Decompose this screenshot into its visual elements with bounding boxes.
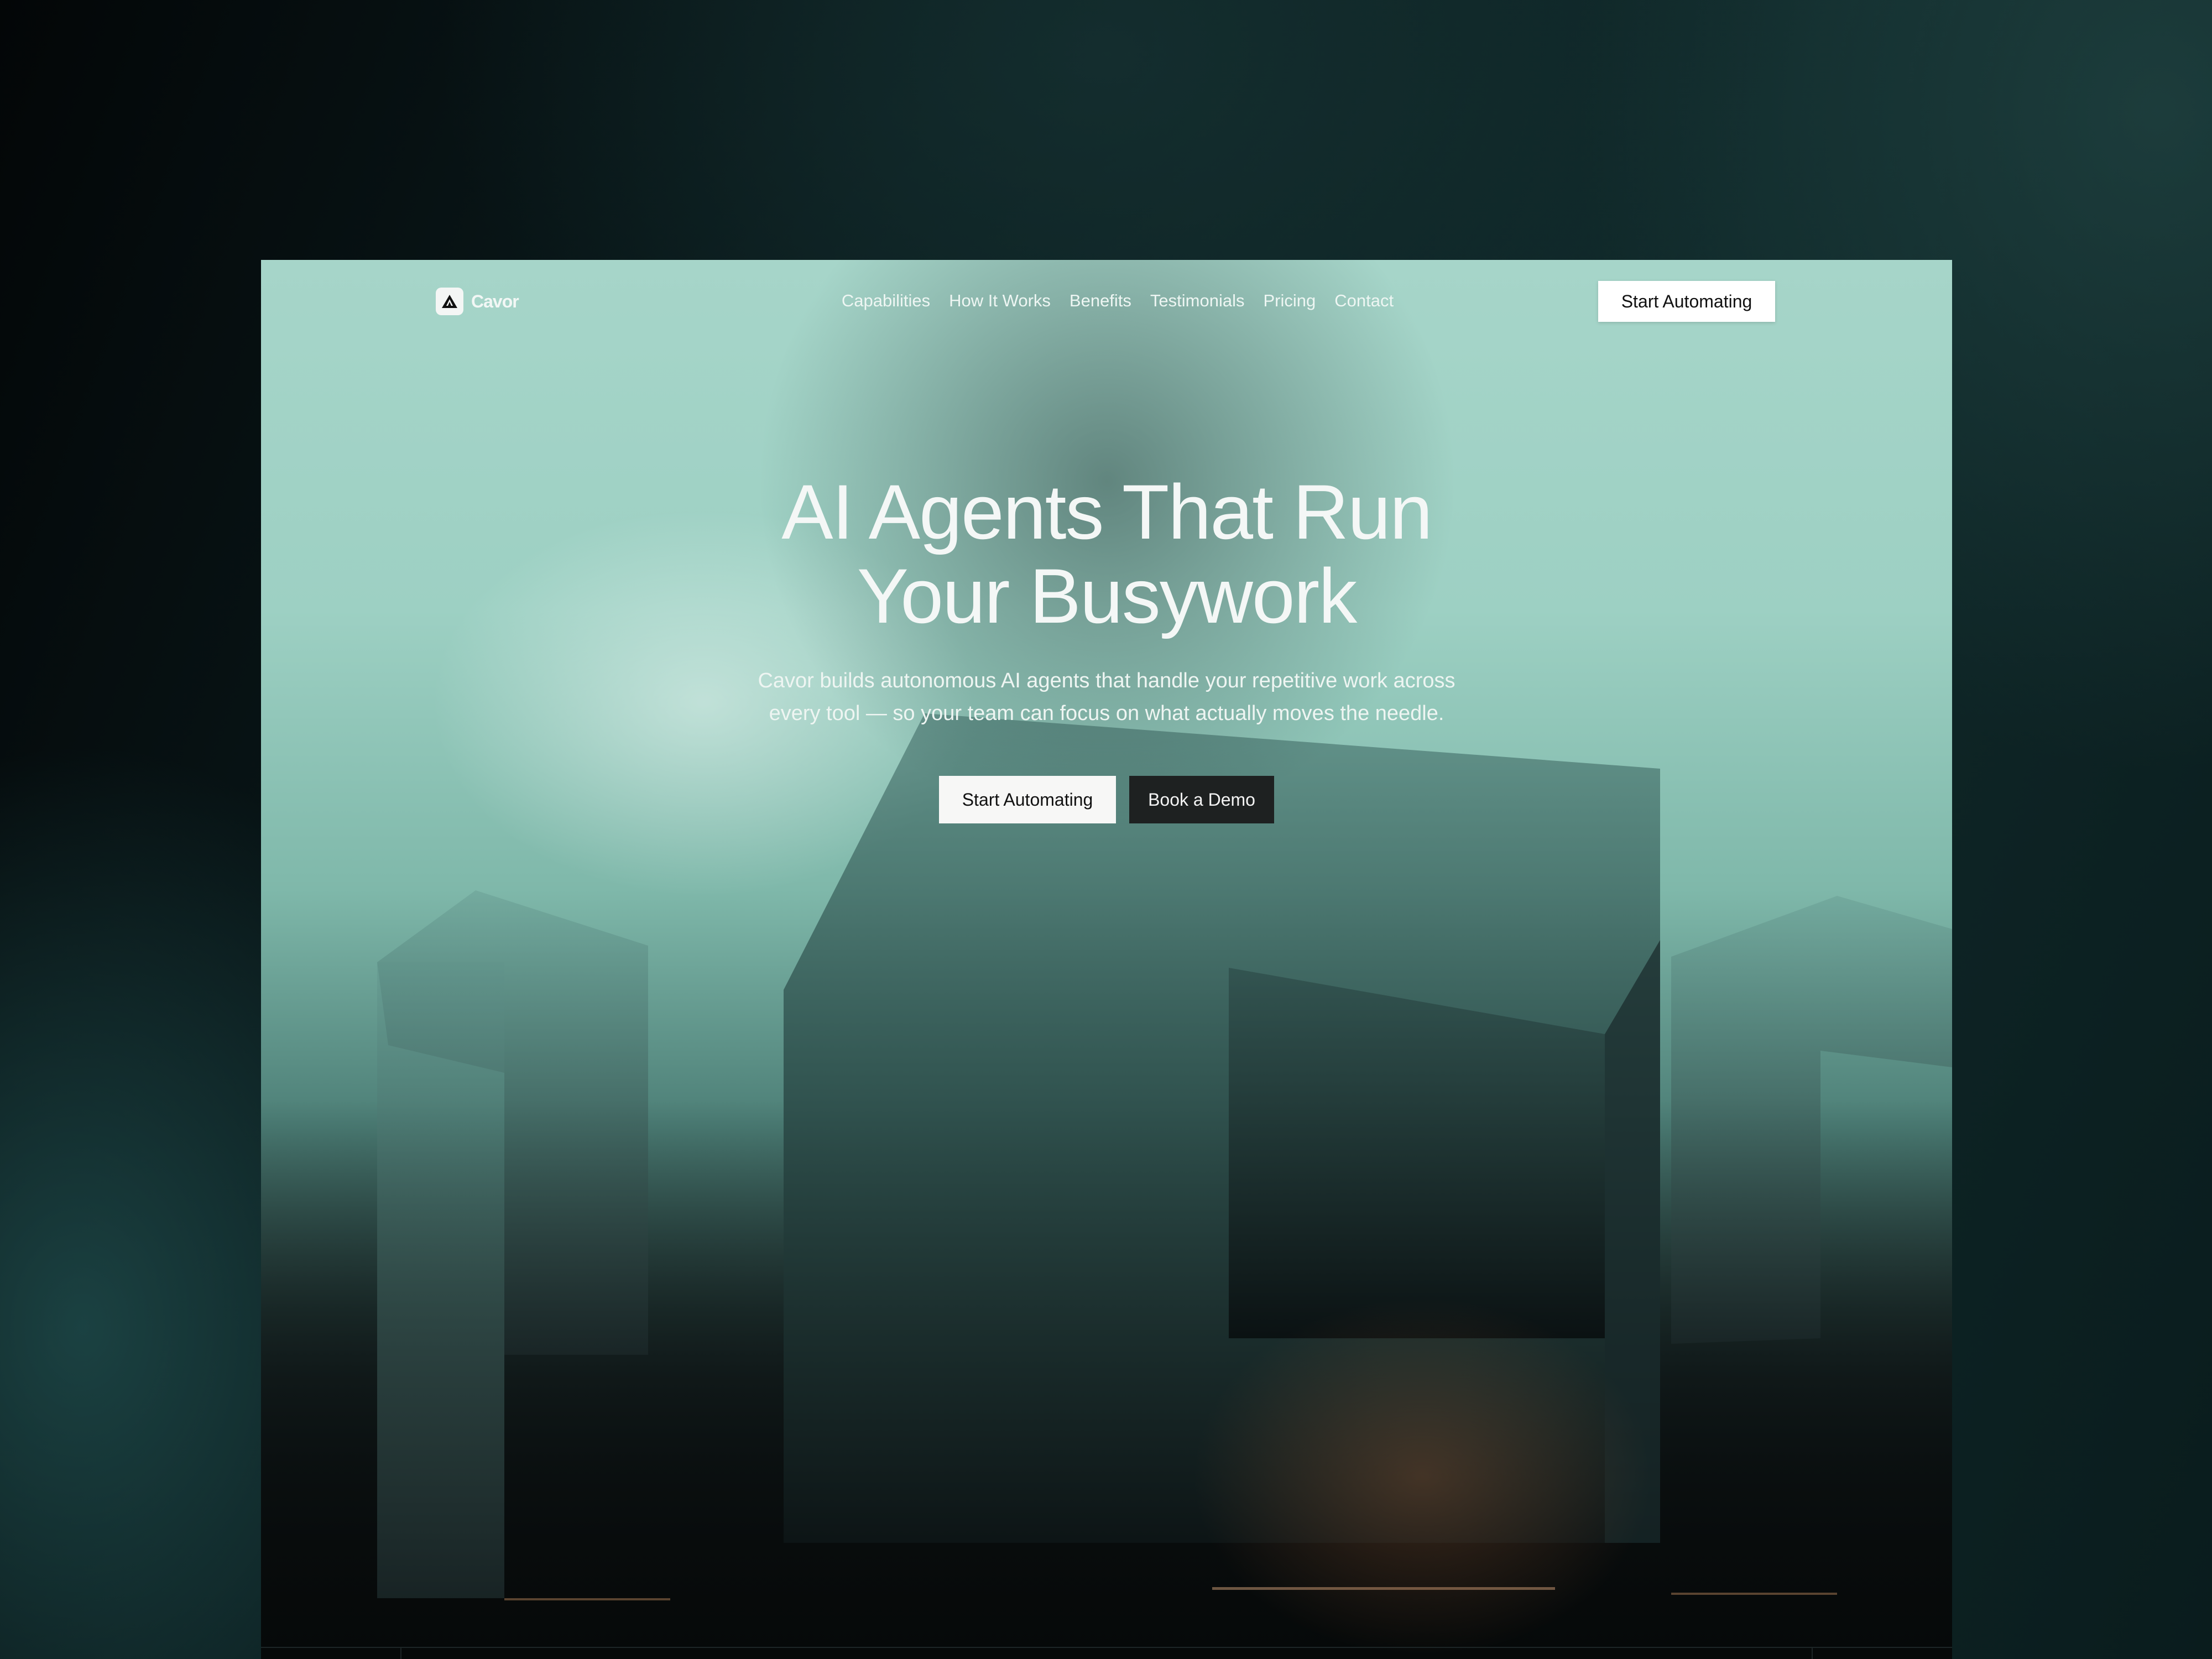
hero-subtitle-line-1: Cavor builds autonomous AI agents that h…: [758, 669, 1455, 692]
hero-subtitle-line-2: every tool — so your team can focus on w…: [769, 702, 1444, 725]
nav-link-how-it-works[interactable]: How It Works: [949, 291, 1051, 311]
divider-tick-right: [1812, 1647, 1813, 1659]
hero-title: AI Agents That Run Your Busywork: [261, 470, 1952, 638]
nav-link-contact[interactable]: Contact: [1334, 291, 1394, 311]
nav-link-pricing[interactable]: Pricing: [1263, 291, 1316, 311]
hero-start-automating-button[interactable]: Start Automating: [939, 776, 1116, 823]
hero-subtitle: Cavor builds autonomous AI agents that h…: [261, 665, 1952, 730]
divider-tick-left: [400, 1647, 401, 1659]
nav-start-automating-button[interactable]: Start Automating: [1598, 281, 1775, 322]
hero-title-line-2: Your Busywork: [857, 552, 1358, 639]
nav-link-benefits[interactable]: Benefits: [1070, 291, 1131, 311]
book-demo-button[interactable]: Book a Demo: [1129, 776, 1274, 823]
hero-cta-group: Start Automating Book a Demo: [261, 776, 1952, 823]
top-navigation: Cavor Capabilities How It Works Benefits…: [261, 260, 1952, 343]
nav-link-capabilities[interactable]: Capabilities: [842, 291, 930, 311]
browser-viewport: Cavor Capabilities How It Works Benefits…: [261, 260, 1952, 1659]
hero-title-line-1: AI Agents That Run: [781, 468, 1433, 555]
nav-link-testimonials[interactable]: Testimonials: [1150, 291, 1245, 311]
section-divider: [261, 1647, 1952, 1648]
